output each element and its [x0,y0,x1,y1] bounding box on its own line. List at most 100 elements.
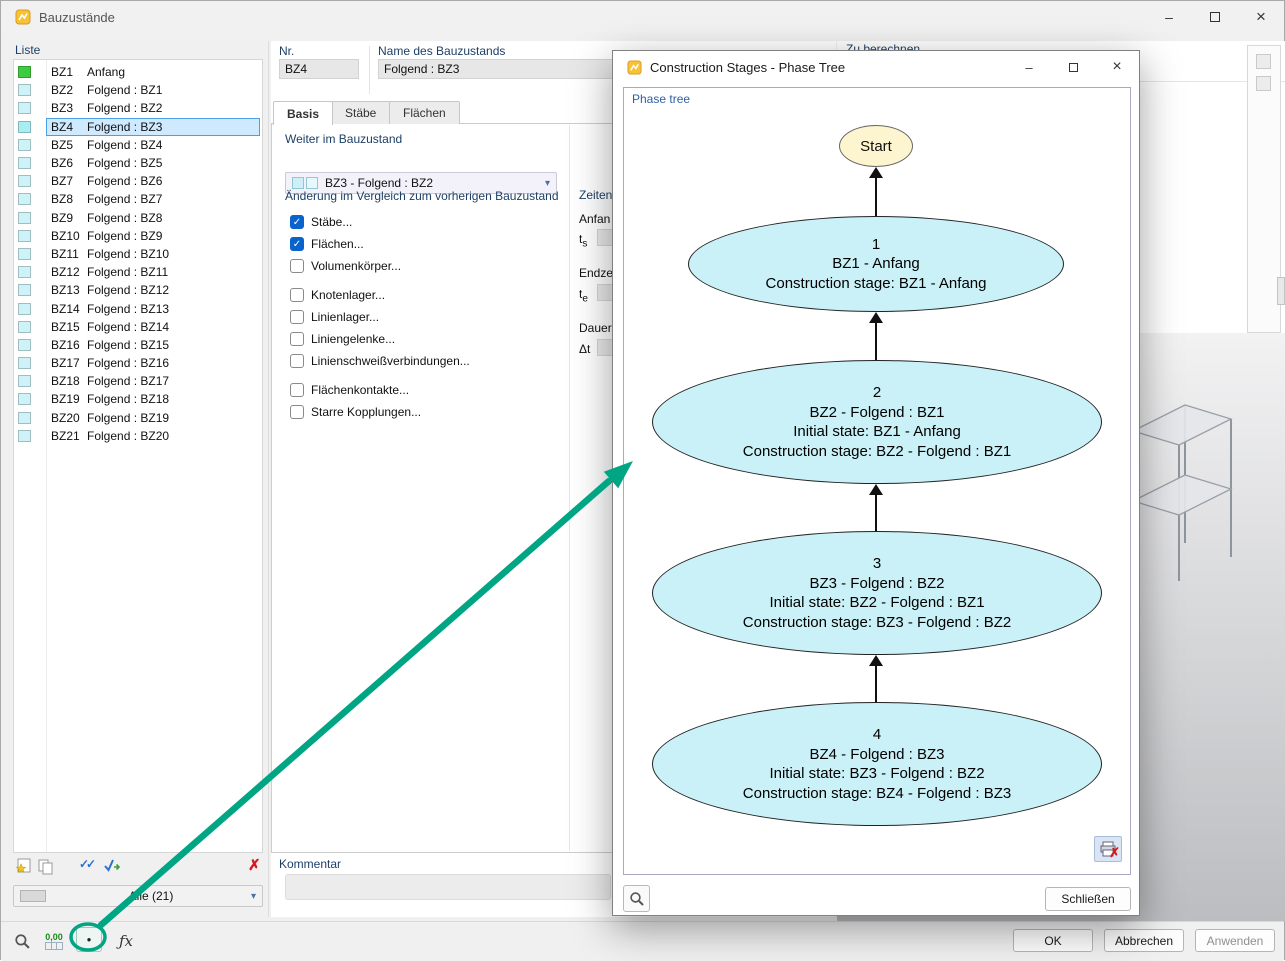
list-item[interactable]: BZ21 Folgend : BZ20 [14,427,262,445]
nr-field[interactable]: BZ4 [279,59,359,79]
apply-button[interactable]: Anwenden [1195,929,1275,952]
list-item[interactable]: BZ19 Folgend : BZ18 [14,390,262,408]
list-item[interactable]: BZ10 Folgend : BZ9 [14,227,262,245]
checkbox-row-4[interactable]: Linienlager... [290,309,560,325]
close-button[interactable]: × [1238,1,1284,33]
list-item[interactable]: BZ17 Folgend : BZ16 [14,354,262,372]
tree-arrow-line [875,494,877,531]
checkbox[interactable] [290,332,304,346]
list-item[interactable]: BZ3 Folgend : BZ2 [14,99,262,117]
checkbox[interactable] [290,383,304,397]
list-item[interactable]: BZ9 Folgend : BZ8 [14,209,262,227]
phase-node-start[interactable]: Start [839,125,913,167]
weiter-value: BZ3 - Folgend : BZ2 [325,176,434,190]
stage-color-swatch [18,193,31,206]
phase-node-line: BZ1 - Anfang [832,255,920,273]
list-item[interactable]: BZ14 Folgend : BZ13 [14,299,262,317]
checkbox-row-1[interactable]: ✓ Flächen... [290,236,560,252]
zeiten-header: Zeiten [579,188,613,202]
check-apply-button[interactable] [103,857,123,875]
minimize-button[interactable]: – [1146,1,1192,33]
checkbox-row-2[interactable]: Volumenkörper... [290,258,560,274]
phase-node-4[interactable]: 4 BZ4 - Folgend : BZ3 Initial state: BZ3 -… [652,702,1102,826]
checkbox-row-3[interactable]: Knotenlager... [290,287,560,303]
add-stage-button[interactable] [15,858,33,875]
phase-node-3[interactable]: 3 BZ3 - Folgend : BZ2 Initial state: BZ2 -… [652,531,1102,655]
list-item[interactable]: BZ12 Folgend : BZ11 [14,263,262,281]
list-item[interactable]: BZ7 Folgend : BZ6 [14,172,262,190]
phase-tree-label: Phase tree [632,92,691,106]
checkbox[interactable] [290,405,304,419]
list-item[interactable]: BZ5 Folgend : BZ4 [14,136,262,154]
check-all-button[interactable]: ✓✓ [79,857,99,875]
list-item[interactable]: BZ18 Folgend : BZ17 [14,372,262,390]
tab-basis[interactable]: Basis [273,101,334,125]
dialog-close-button[interactable]: × [1095,51,1139,83]
checkbox[interactable] [290,310,304,324]
kommentar-field[interactable] [285,874,611,900]
phase-node-2[interactable]: 2 BZ2 - Folgend : BZ1 Initial state: BZ1 -… [652,360,1102,484]
stage-swatch-icon [306,177,318,189]
ok-button[interactable]: OK [1013,929,1093,952]
list-item[interactable]: BZ8 Folgend : BZ7 [14,190,262,208]
phase-node-line: Construction stage: BZ4 - Folgend : BZ3 [742,784,1012,802]
stage-color-swatch [18,357,31,370]
checkbox-row-0[interactable]: ✓ Stäbe... [290,214,560,230]
phase-node-1[interactable]: 1 BZ1 - Anfang Construction stage: BZ1 - A… [688,216,1064,312]
phase-node-line: Construction stage: BZ1 - Anfang [765,274,987,292]
stage-color-swatch [18,393,31,406]
list-item[interactable]: BZ11 Folgend : BZ10 [14,245,262,263]
list-item[interactable]: BZ2 Folgend : BZ1 [14,81,262,99]
list-item[interactable]: BZ1 Anfang [14,63,262,81]
stage-id: BZ17 [51,356,80,371]
checkbox-row-6[interactable]: Linienschweißverbindungen... [290,353,560,369]
checkbox-row-5[interactable]: Liniengelenke... [290,331,560,347]
checkbox-row-8[interactable]: Starre Kopplungen... [290,404,560,420]
list-item[interactable]: BZ13 Folgend : BZ12 [14,281,262,299]
panel-handle[interactable] [1277,277,1285,305]
zeiten-label-anfang: Anfan [579,212,611,226]
cancel-button[interactable]: Abbrechen [1104,929,1184,952]
checkbox[interactable]: ✓ [290,237,304,251]
decimal-places-button[interactable]: 0,00 [41,928,67,954]
tab-flaechen[interactable]: Flächen [389,101,460,124]
checkbox[interactable] [290,259,304,273]
list-item[interactable]: BZ15 Folgend : BZ14 [14,318,262,336]
stage-color-swatch [18,120,31,133]
stage-color-swatch [18,138,31,151]
list-filter-dropdown[interactable]: Alle (21) ▾ [13,885,263,907]
dialog-close-action-button[interactable]: Schließen [1045,887,1131,911]
checkbox-label: Flächenkontakte... [311,383,410,397]
dialog-search-button[interactable] [623,885,650,912]
checkbox[interactable] [290,288,304,302]
close-icon: × [1256,7,1266,26]
name-field[interactable]: Folgend : BZ3 [378,59,636,79]
list-item[interactable]: BZ16 Folgend : BZ15 [14,336,262,354]
sidebar-button[interactable] [1256,54,1271,69]
stage-color-swatch [18,284,31,297]
checkbox-row-7[interactable]: Flächenkontakte... [290,382,560,398]
search-button[interactable] [9,928,35,954]
checkbox[interactable] [290,354,304,368]
phase-node-line: 3 [872,555,882,572]
delete-stage-button[interactable]: ✗ [248,856,261,874]
tab-staebe[interactable]: Stäbe [331,101,391,124]
list-item[interactable]: BZ6 Folgend : BZ5 [14,154,262,172]
print-disabled-button[interactable]: ✗ [1094,836,1122,862]
dot-display-button[interactable]: ● [76,927,102,952]
dialog-maximize-button[interactable] [1051,51,1095,83]
formula-button[interactable]: ƒx [113,928,139,954]
maximize-button[interactable] [1192,1,1238,33]
phase-node-line: BZ4 - Folgend : BZ3 [809,745,945,763]
minimize-icon: – [1165,9,1173,25]
copy-stage-button[interactable] [37,858,55,875]
stage-label: Folgend : BZ17 [87,374,170,389]
sidebar-button[interactable] [1256,76,1271,91]
checkbox[interactable]: ✓ [290,215,304,229]
checkbox-label: Volumenkörper... [311,259,402,273]
list-item[interactable]: BZ4 Folgend : BZ3 [14,117,262,136]
dialog-minimize-button[interactable]: – [1007,51,1051,83]
tree-arrow-line [875,665,877,702]
list-item[interactable]: BZ20 Folgend : BZ19 [14,409,262,427]
form-divider [369,46,370,94]
